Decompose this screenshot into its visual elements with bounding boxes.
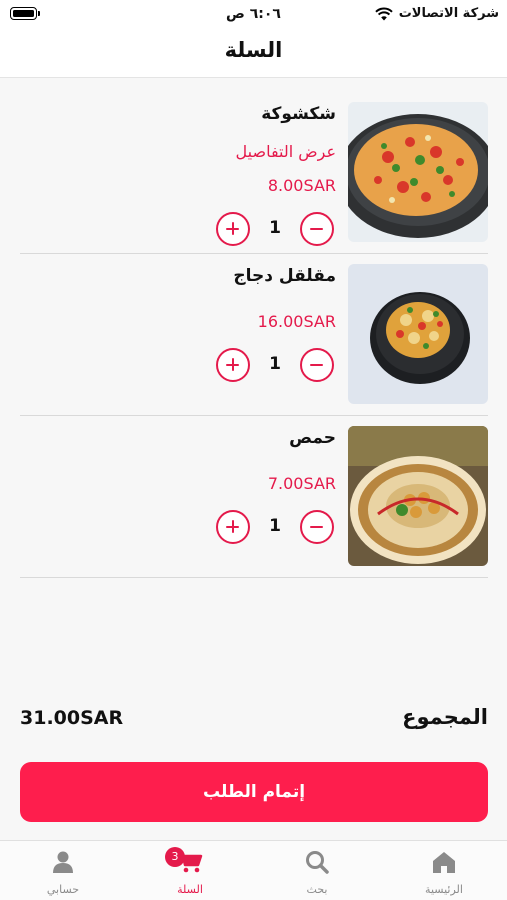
plus-icon-button[interactable] — [216, 212, 250, 246]
user-icon — [53, 851, 73, 873]
hummus-image[interactable] — [348, 426, 488, 566]
status-bar: ٦:٠٦ ص شركة الاتصالات — [0, 0, 507, 30]
checkout-button[interactable]: إتمام الطلب — [20, 762, 488, 822]
cart-item: حمص 7.00SAR 1 — [20, 416, 488, 578]
home-icon — [433, 852, 455, 873]
tab-home[interactable]: الرئيسية — [381, 841, 507, 900]
cart-item: مقلقل دجاج 16.00SAR 1 — [20, 254, 488, 416]
cart-item: شكشوكة عرض التفاصيل 8.00SAR 1 — [20, 92, 488, 254]
total-label: المجموع — [402, 705, 488, 729]
minus-icon-button[interactable] — [300, 510, 334, 544]
search-icon — [306, 851, 329, 874]
shakshuka-image[interactable] — [348, 102, 488, 242]
quantity-value: 1 — [269, 516, 281, 536]
quantity-stepper: 1 — [216, 212, 334, 246]
cart-count-badge: 3 — [165, 847, 185, 867]
wifi-icon — [375, 7, 393, 20]
item-name: شكشوكة — [261, 104, 336, 124]
tab-search[interactable]: بحث — [254, 841, 380, 900]
item-price: 8.00SAR — [267, 176, 336, 195]
minus-icon-button[interactable] — [300, 348, 334, 382]
quantity-stepper: 1 — [216, 348, 334, 382]
item-price: 16.00SAR — [257, 312, 336, 331]
quantity-stepper: 1 — [216, 510, 334, 544]
quantity-value: 1 — [269, 218, 281, 238]
tab-cart-label: السلة — [177, 883, 203, 896]
page-title: السلة — [224, 38, 283, 62]
item-name: مقلقل دجاج — [233, 266, 336, 286]
tab-bar: الرئيسية بحث 3 السلة حسابي — [0, 840, 507, 900]
plus-icon-button[interactable] — [216, 510, 250, 544]
tab-search-label: بحث — [306, 883, 328, 896]
quantity-value: 1 — [269, 354, 281, 374]
tab-account[interactable]: حسابي — [0, 841, 126, 900]
tab-home-label: الرئيسية — [425, 883, 463, 896]
cart-list: شكشوكة عرض التفاصيل 8.00SAR 1 مقلقل دجاج — [20, 92, 488, 578]
total-value: 31.00SAR — [20, 707, 124, 729]
item-price: 7.00SAR — [267, 474, 336, 493]
view-details-link[interactable]: عرض التفاصيل — [236, 142, 336, 161]
carrier-name: شركة الاتصالات — [398, 6, 499, 21]
chicken-dish-image[interactable] — [348, 264, 488, 404]
header: السلة — [0, 30, 507, 78]
tab-cart[interactable]: 3 السلة — [127, 841, 253, 900]
status-carrier: شركة الاتصالات — [375, 6, 499, 21]
total-row: المجموع 31.00SAR — [20, 705, 488, 735]
plus-icon-button[interactable] — [216, 348, 250, 382]
tab-account-label: حسابي — [46, 883, 80, 896]
item-name: حمص — [289, 428, 336, 448]
minus-icon-button[interactable] — [300, 212, 334, 246]
